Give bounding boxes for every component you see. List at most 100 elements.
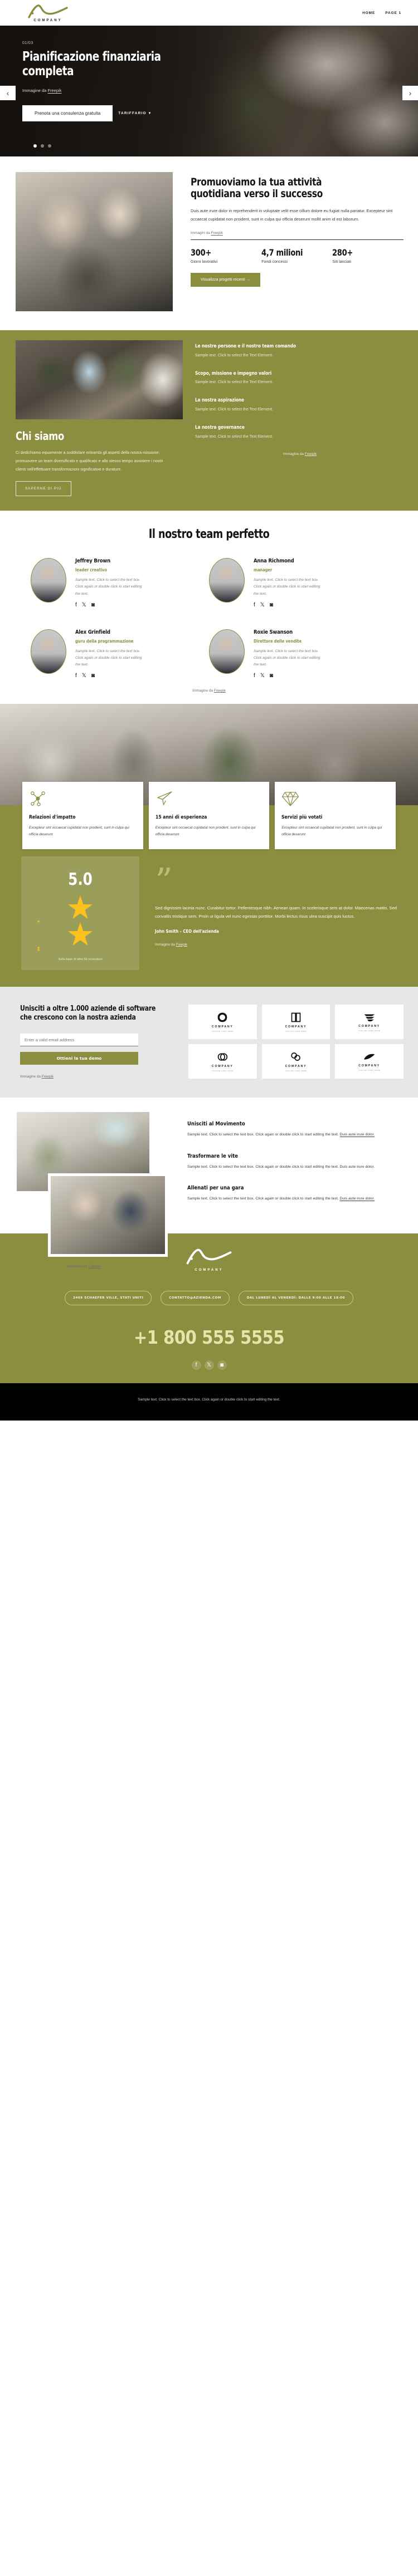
team-credit-link[interactable]: Freepik <box>214 689 226 693</box>
hero-dot-1[interactable] <box>33 144 37 148</box>
about-feature-text: Sample text. Click to select the Text El… <box>195 353 273 357</box>
client-logo-tagline: TAGLINE GOES HERE <box>285 1070 307 1072</box>
feature-card-text: Excepteur sint occaecat cupidatat non pr… <box>155 826 256 837</box>
avatar <box>209 558 245 603</box>
footer-phone[interactable]: +1 800 555 5555 <box>25 1326 393 1348</box>
newsletter-section: Unisciti a oltre 1.000 aziende di softwa… <box>0 987 418 1098</box>
view-recent-projects-button[interactable]: Visualizza progetti recenti → <box>191 273 260 287</box>
x-twitter-icon[interactable]: 𝕏 <box>82 602 86 608</box>
footer-email-pill[interactable]: CONTATTO@AZIENDA.COM <box>161 1291 230 1306</box>
footer-logo-icon <box>186 1248 232 1265</box>
email-input[interactable] <box>20 1034 138 1047</box>
stat-item: 280+ Siti lanciati <box>332 247 403 265</box>
newsletter-credit-link[interactable]: Freepik <box>42 1075 54 1079</box>
get-demo-button[interactable]: Ottieni la tua demo <box>20 1052 138 1065</box>
office-feature-link[interactable]: Duis aute irure dolor. <box>340 1197 375 1201</box>
instagram-icon[interactable]: ◙ <box>270 602 273 608</box>
x-twitter-icon[interactable]: 𝕏 <box>260 673 265 679</box>
feature-card-text: Excepteur sint occaecat cupidatat non pr… <box>281 826 382 837</box>
instagram-icon[interactable]: ◙ <box>91 673 95 679</box>
office-feature-text: Sample text. Click to select the text bo… <box>187 1195 404 1202</box>
hero-pagination-dots[interactable] <box>33 144 51 148</box>
member-social-links: f 𝕏 ◙ <box>75 673 147 679</box>
instagram-icon[interactable]: ◙ <box>270 673 273 679</box>
feature-card-title: Relazioni d'impatto <box>29 815 76 821</box>
facebook-icon[interactable]: f <box>75 673 77 679</box>
pricing-button[interactable]: TARIFFARIO ▾ <box>118 111 151 116</box>
about-title: Chi siamo <box>16 429 64 443</box>
hero-dot-3[interactable] <box>48 144 51 148</box>
circles-icon <box>291 1052 300 1061</box>
hero-actions: Prenota una consulenza gratuita TARIFFAR… <box>22 105 418 121</box>
facebook-icon[interactable]: f <box>254 602 255 608</box>
footer-hours-pill[interactable]: DAL LUNEDÌ AL VENERDÌ: DALLE 9:00 ALLE 1… <box>238 1291 353 1306</box>
client-logo-tagline: TAGLINE GOES HERE <box>358 1069 381 1071</box>
about-feature-text: Sample text. Click to select the Text El… <box>195 408 273 412</box>
hero-dot-2[interactable] <box>41 144 44 148</box>
facebook-icon[interactable]: f <box>191 1360 201 1370</box>
team-credit-prefix: Immagine da <box>192 689 214 693</box>
hero-title: Pianificazione finanziaria completa <box>22 50 161 79</box>
swoosh-icon <box>364 1054 375 1060</box>
office-feature-link[interactable]: Duis aute irure dolor. <box>340 1133 375 1137</box>
member-role: Direttore delle vendite <box>254 638 302 644</box>
rating-column: 5.0 ★ ★ ★ ★ ★ Sulla base di oltre 50 rec… <box>0 856 150 971</box>
stat-label: Fondi concessi <box>261 260 288 265</box>
about-feature-item: La nostra governance Sample text. Click … <box>195 425 405 439</box>
hero-prev-arrow-icon[interactable]: ‹ <box>0 86 16 100</box>
feature-card-title: Servizi più votati <box>281 815 323 821</box>
network-nodes-icon <box>31 791 45 806</box>
paper-plane-icon <box>157 791 172 806</box>
book-consultation-button[interactable]: Prenota una consulenza gratuita <box>22 105 113 121</box>
about-feature-item: Scopo, missione e impegno valori Sample … <box>195 371 405 385</box>
x-twitter-icon[interactable]: 𝕏 <box>82 673 86 679</box>
pricing-label: TARIFFARIO <box>118 111 147 115</box>
rating-caption: Sulla base di oltre 50 recensioni <box>58 958 103 962</box>
site-logo[interactable]: COMPANY <box>27 4 69 22</box>
site-header: COMPANY HOME PAGE 1 <box>0 0 418 26</box>
promo-credit-prefix: Immagini da <box>191 231 211 236</box>
instagram-icon[interactable]: ◙ <box>217 1360 227 1370</box>
office-credit-link[interactable]: Freepik <box>89 1265 100 1269</box>
team-member: Anna Richmond manager Sample text. Click… <box>209 558 387 608</box>
testimonial-credit-link[interactable]: Freepik <box>176 943 188 947</box>
promo-title: Promuoviamo la tua attività quotidiana v… <box>191 176 323 200</box>
client-logo-name: COMPANY <box>358 1024 381 1028</box>
hero-next-arrow-icon[interactable]: › <box>402 86 418 100</box>
rating-value: 5.0 <box>68 870 93 890</box>
team-grid: Jeffrey Brown leader creativo Sample tex… <box>0 558 418 679</box>
client-logo-tagline: TAGLINE GOES HERE <box>211 1070 234 1072</box>
rating-box: 5.0 ★ ★ ★ ★ ★ Sulla base di oltre 50 rec… <box>21 856 139 971</box>
hero-slide-counter: 01/03 <box>22 41 33 45</box>
member-name: Roxie Swanson <box>254 629 293 635</box>
facebook-icon[interactable]: f <box>254 673 255 679</box>
hero-credit-link[interactable]: Freepik <box>47 88 61 93</box>
member-name: Jeffrey Brown <box>75 558 110 565</box>
feature-card[interactable]: Servizi più votati Excepteur sint occaec… <box>275 782 396 850</box>
main-nav: HOME PAGE 1 <box>362 11 401 15</box>
nav-item-page-1[interactable]: PAGE 1 <box>385 11 401 15</box>
newsletter-credit-prefix: Immagine da <box>20 1075 42 1079</box>
office-image-bottom <box>48 1173 168 1257</box>
feature-card[interactable]: 15 anni di esperienza Excepteur sint occ… <box>148 782 270 850</box>
avatar <box>31 629 66 674</box>
learn-more-button[interactable]: SAPERNE DI PIÙ <box>16 481 71 497</box>
about-credit-link[interactable]: Freepik <box>305 452 317 456</box>
about-body: Ci dedichiamo equamente a soddisfare ent… <box>16 450 163 472</box>
client-logo: COMPANY TAGLINE GOES HERE <box>188 1044 257 1079</box>
feature-card[interactable]: Relazioni d'impatto Excepteur sint occae… <box>22 782 143 850</box>
promo-credit-link[interactable]: Freepik <box>211 231 223 235</box>
footer-address-pill[interactable]: 2469 SCHAEFER VILLE, STATI UNITI <box>65 1291 152 1306</box>
stat-value: 280+ <box>332 247 353 258</box>
x-twitter-icon[interactable]: 𝕏 <box>260 602 265 608</box>
promo-body: Duis aute irure dolor in reprehenderit i… <box>191 208 393 222</box>
nav-item-home[interactable]: HOME <box>362 11 375 15</box>
instagram-icon[interactable]: ◙ <box>91 602 95 608</box>
office-feature-body: Sample text. Click to select the text bo… <box>187 1133 340 1137</box>
footer-logo-wordmark: COMPANY <box>195 1269 223 1272</box>
about-section: Chi siamo Ci dedichiamo equamente a sodd… <box>0 330 418 511</box>
office-image-column: Immagine da Freepik <box>0 1112 184 1269</box>
facebook-icon[interactable]: f <box>75 602 77 608</box>
office-feature-title: Trasformare le vite <box>187 1153 239 1159</box>
x-twitter-icon[interactable]: 𝕏 <box>204 1360 214 1370</box>
